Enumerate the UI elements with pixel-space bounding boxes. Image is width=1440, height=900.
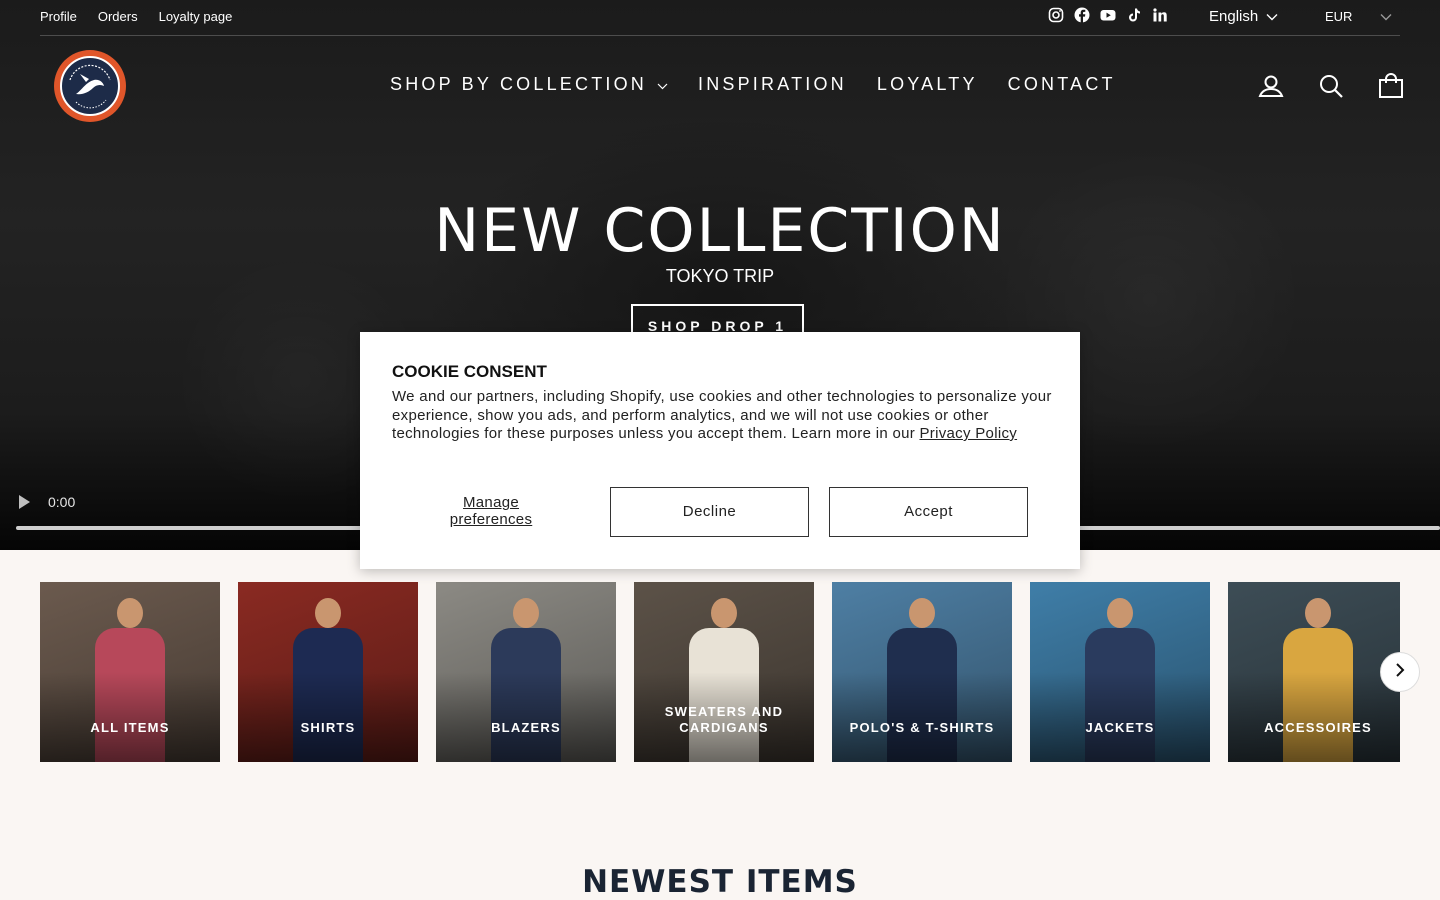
chevron-down-icon (1380, 9, 1392, 24)
category-label: BLAZERS (491, 720, 561, 735)
category-label: JACKETS (1085, 720, 1155, 735)
cookie-title: COOKIE CONSENT (392, 362, 547, 381)
profile-link[interactable]: Profile (40, 9, 77, 24)
manage-preferences-link[interactable]: Manage preferences (420, 494, 562, 528)
social-links (1048, 7, 1168, 23)
language-selector[interactable]: English (1209, 8, 1278, 25)
header-actions (1258, 73, 1404, 99)
nav-contact[interactable]: CONTACT (1008, 74, 1116, 95)
category-all-items[interactable]: ALL ITEMS (40, 582, 220, 762)
linkedin-icon[interactable] (1152, 7, 1168, 23)
brand-logo[interactable] (54, 50, 126, 122)
category-shirts[interactable]: SHIRTS (238, 582, 418, 762)
nav-inspiration[interactable]: INSPIRATION (698, 74, 847, 95)
category-label: SHIRTS (300, 720, 356, 735)
category-sweaters-and-cardigans[interactable]: SWEATERS AND CARDIGANS (634, 582, 814, 762)
category-polos-tshirts[interactable]: POLO'S & T-SHIRTS (832, 582, 1012, 762)
account-icon[interactable] (1258, 73, 1284, 99)
chevron-down-icon (657, 74, 668, 95)
accept-button[interactable]: Accept (829, 487, 1028, 537)
cookie-text: We and our partners, including Shopify, … (392, 388, 1052, 444)
hero-subtitle: TOKYO TRIP (665, 266, 775, 286)
instagram-icon[interactable] (1048, 7, 1064, 23)
decline-button[interactable]: Decline (610, 487, 809, 537)
cart-icon[interactable] (1378, 73, 1404, 99)
loyalty-page-link[interactable]: Loyalty page (159, 9, 233, 24)
currency-value: EUR (1325, 9, 1353, 24)
nav-loyalty[interactable]: LOYALTY (877, 74, 978, 95)
category-label: SWEATERS AND CARDIGANS (664, 704, 784, 735)
currency-selector[interactable]: EUR (1325, 9, 1392, 24)
language-value: English (1209, 8, 1259, 25)
facebook-icon[interactable] (1074, 7, 1090, 23)
orders-link[interactable]: Orders (98, 9, 138, 24)
logo-badge (60, 56, 120, 116)
category-label: ACCESSOIRES (1264, 720, 1372, 735)
chevron-down-icon (1266, 8, 1278, 25)
tiktok-icon[interactable] (1126, 7, 1142, 23)
nav-shop-by-collection[interactable]: SHOP BY COLLECTION (390, 74, 668, 95)
nav-label: SHOP BY COLLECTION (390, 74, 647, 94)
category-jackets[interactable]: JACKETS (1030, 582, 1210, 762)
privacy-policy-link[interactable]: Privacy Policy (920, 425, 1018, 442)
utility-bar: Profile Orders Loyalty page English EUR (40, 0, 1400, 36)
cookie-consent-dialog: COOKIE CONSENT We and our partners, incl… (360, 332, 1080, 569)
play-icon[interactable] (19, 495, 30, 509)
hero-title: NEW COLLECTION (434, 196, 1006, 266)
category-accessoires[interactable]: ACCESSOIRES (1228, 582, 1400, 762)
youtube-icon[interactable] (1100, 7, 1116, 23)
carousel-next-button[interactable] (1380, 652, 1420, 692)
video-time: 0:00 (48, 494, 76, 510)
search-icon[interactable] (1318, 73, 1344, 99)
section-title: NEWEST ITEMS (582, 864, 858, 900)
category-label: ALL ITEMS (90, 720, 170, 735)
main-nav: SHOP BY COLLECTION INSPIRATION LOYALTY C… (390, 74, 1116, 95)
chevron-right-icon (1395, 662, 1405, 682)
account-links: Profile Orders Loyalty page (40, 9, 232, 24)
category-blazers[interactable]: BLAZERS (436, 582, 616, 762)
category-label: POLO'S & T-SHIRTS (849, 720, 995, 735)
category-carousel: ALL ITEMS SHIRTS BLAZERS SWEATERS AND CA… (40, 582, 1400, 762)
